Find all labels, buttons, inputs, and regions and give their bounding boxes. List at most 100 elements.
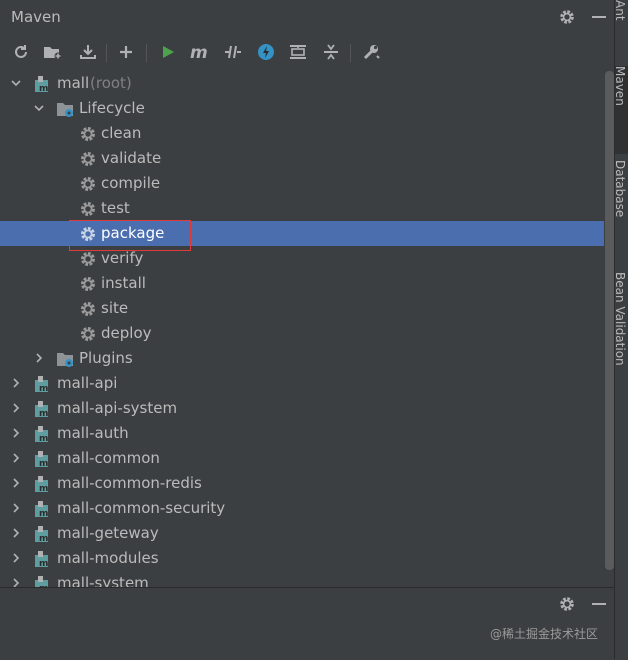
tree-node-plugins[interactable]: Plugins: [0, 346, 604, 371]
lifecycle-folder-icon: [57, 103, 73, 117]
download-icon[interactable]: [76, 40, 100, 64]
chevron-right-icon[interactable]: [10, 402, 22, 414]
chevron-right-icon[interactable]: [10, 477, 22, 489]
root-suffix: (root): [90, 74, 132, 92]
tree-label: Plugins: [79, 349, 133, 367]
svg-text:m: m: [39, 384, 48, 393]
tree-node-module[interactable]: m mall-common: [0, 446, 604, 471]
svg-text:m: m: [39, 559, 48, 568]
goal-label: site: [101, 299, 129, 317]
tree-label: Lifecycle: [79, 99, 145, 117]
tree-node-module[interactable]: m mall-api-system: [0, 396, 604, 421]
chevron-right-icon[interactable]: [10, 552, 22, 564]
toolbar-separator: [106, 44, 107, 62]
tool-tab-label: Bean Validation: [615, 272, 627, 366]
vertical-scrollbar[interactable]: [605, 71, 614, 570]
chevron-right-icon[interactable]: [10, 377, 22, 389]
gear-icon: [80, 326, 96, 342]
tree-label: mall-common: [57, 449, 160, 467]
gear-icon: [80, 201, 96, 217]
goal-label: deploy: [101, 324, 152, 342]
minimize-icon[interactable]: [589, 7, 609, 27]
maven-module-icon: m: [35, 526, 48, 543]
maven-module-icon: m: [35, 476, 48, 493]
chevron-right-icon[interactable]: [10, 527, 22, 539]
add-maven-project-icon[interactable]: [41, 40, 65, 64]
tree-node-module[interactable]: m mall-common-security: [0, 496, 604, 521]
svg-text:m: m: [39, 434, 48, 443]
tree-node-module[interactable]: m mall-system: [0, 571, 604, 587]
reload-icon[interactable]: [9, 40, 33, 64]
gear-icon: [80, 176, 96, 192]
maven-module-icon: m: [35, 401, 48, 418]
minimize-icon[interactable]: [589, 594, 609, 614]
tree-label: mall-modules: [57, 549, 159, 567]
settings-gear-icon[interactable]: [557, 594, 577, 614]
goal-test[interactable]: test: [0, 196, 604, 221]
panel-title: Maven: [11, 8, 61, 26]
goal-clean[interactable]: clean: [0, 121, 604, 146]
run-icon[interactable]: [156, 40, 180, 64]
svg-text:m: m: [39, 534, 48, 543]
goal-install[interactable]: install: [0, 271, 604, 296]
tree-label: mall-auth: [57, 424, 129, 442]
tool-tab-maven[interactable]: Maven: [615, 66, 628, 154]
goal-compile[interactable]: compile: [0, 171, 604, 196]
goal-deploy[interactable]: deploy: [0, 321, 604, 346]
maven-module-icon: m: [35, 551, 48, 568]
tree-label: mall-common-security: [57, 499, 226, 517]
maven-toolbar: m: [0, 36, 614, 68]
goal-validate[interactable]: validate: [0, 146, 604, 171]
gear-icon: [80, 151, 96, 167]
tool-tab-bean-validation[interactable]: Bean Validation: [615, 272, 628, 402]
tool-tab-label: Ant: [615, 0, 627, 21]
tree-label: mall-system: [57, 574, 149, 587]
panel-header: Maven: [0, 0, 614, 34]
show-dependencies-icon[interactable]: [286, 40, 310, 64]
chevron-right-icon[interactable]: [10, 427, 22, 439]
tool-tab-ant[interactable]: Ant: [615, 0, 628, 62]
tool-tab-label: Maven: [615, 66, 627, 106]
chevron-right-icon[interactable]: [10, 502, 22, 514]
bottom-panel: [0, 587, 614, 660]
tree-node-module[interactable]: m mall-modules: [0, 546, 604, 571]
gear-icon: [80, 126, 96, 142]
maven-goal-icon[interactable]: m: [188, 40, 212, 64]
toggle-offline-icon[interactable]: [221, 40, 245, 64]
maven-module-icon: m: [35, 426, 48, 443]
tree-label: mall-common-redis: [57, 474, 202, 492]
toolbar-separator: [146, 44, 147, 62]
svg-text:m: m: [39, 84, 48, 93]
right-tool-strip: Ant Maven Database Bean Validation: [614, 0, 628, 659]
gear-icon: [80, 301, 96, 317]
tree-node-module[interactable]: m mall-geteway: [0, 521, 604, 546]
goal-site[interactable]: site: [0, 296, 604, 321]
tree-node-root[interactable]: m mall (root): [0, 71, 604, 96]
tree-node-module[interactable]: m mall-api: [0, 371, 604, 396]
tree-node-lifecycle[interactable]: Lifecycle: [0, 96, 604, 121]
highlight-annotation-box: [69, 220, 191, 251]
lightning-icon[interactable]: [254, 40, 278, 64]
plus-icon[interactable]: [114, 40, 138, 64]
tool-tab-database[interactable]: Database: [615, 160, 628, 260]
gear-icon: [80, 251, 96, 267]
tree-node-module[interactable]: m mall-common-redis: [0, 471, 604, 496]
tree-label: mall: [57, 74, 90, 92]
settings-gear-icon[interactable]: [557, 7, 577, 27]
collapse-all-icon[interactable]: [319, 40, 343, 64]
tree-label: mall-geteway: [57, 524, 159, 542]
tree-node-module[interactable]: m mall-auth: [0, 421, 604, 446]
tree-label: mall-api-system: [57, 399, 178, 417]
settings-wrench-icon[interactable]: [360, 40, 384, 64]
chevron-right-icon[interactable]: [10, 577, 22, 587]
svg-text:m: m: [39, 509, 48, 518]
chevron-down-icon[interactable]: [10, 77, 22, 89]
chevron-right-icon[interactable]: [33, 352, 45, 364]
tool-tab-label: Database: [615, 160, 627, 218]
maven-project-tree[interactable]: m mall (root) Lifecycle clean validate c…: [0, 71, 604, 587]
toolbar-separator: [350, 44, 351, 62]
maven-module-icon: m: [35, 76, 48, 93]
watermark: @稀土掘金技术社区: [490, 627, 599, 641]
chevron-right-icon[interactable]: [10, 452, 22, 464]
chevron-down-icon[interactable]: [33, 102, 45, 114]
